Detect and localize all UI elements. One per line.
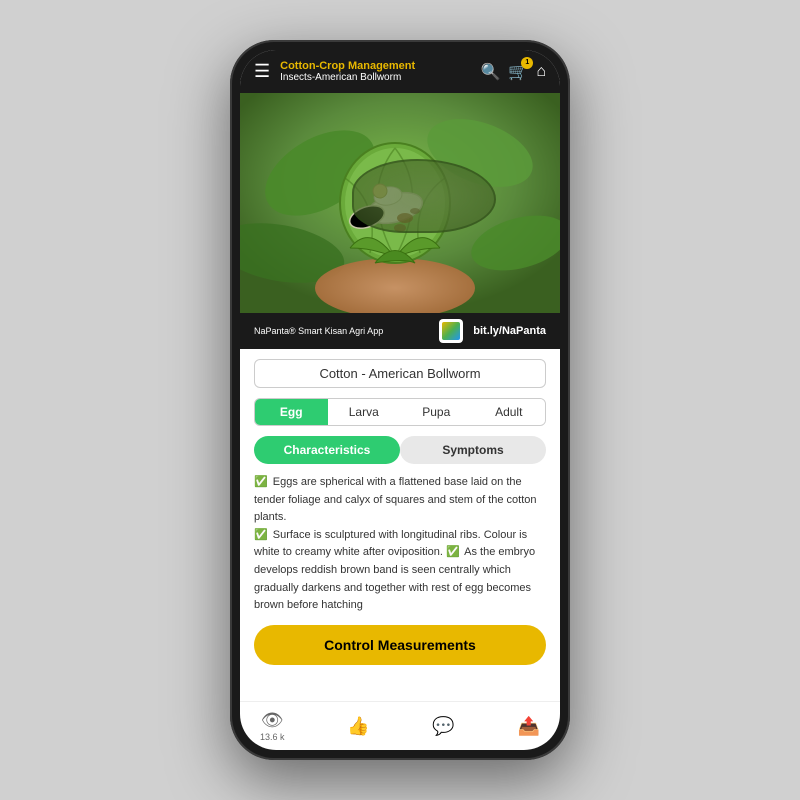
- menu-icon[interactable]: ☰: [254, 61, 270, 82]
- brand-bar: NaPanta® Smart Kisan Agri App bit.ly/NaP…: [240, 313, 560, 349]
- cart-badge: 1: [521, 57, 533, 69]
- control-measurements-button[interactable]: Control Measurements: [254, 625, 546, 665]
- comment-icon: 💬: [432, 716, 454, 737]
- tab-symptoms[interactable]: Symptoms: [400, 436, 546, 464]
- info-tabs: Characteristics Symptoms: [254, 436, 546, 464]
- brand-right: bit.ly/NaPanta: [439, 319, 546, 343]
- phone-frame: ☰ Cotton-Crop Management Insects-America…: [230, 40, 570, 760]
- brand-logo: [439, 319, 463, 343]
- pest-title: Cotton - American Bollworm: [254, 359, 546, 388]
- share-icon: 📤: [518, 716, 540, 737]
- header-titles: Cotton-Crop Management Insects-American …: [280, 60, 470, 83]
- eye-icon: 👁: [261, 710, 284, 731]
- views-count: 13.6 k: [260, 732, 285, 742]
- tab-egg[interactable]: Egg: [255, 399, 328, 425]
- check-icon-1: ✅: [254, 476, 268, 488]
- stage-tabs: Egg Larva Pupa Adult: [254, 398, 546, 426]
- header-title-main: Cotton-Crop Management: [280, 60, 470, 72]
- tab-pupa[interactable]: Pupa: [400, 399, 473, 425]
- check-icon-3: ✅: [446, 546, 460, 558]
- header-title-sub: Insects-American Bollworm: [280, 72, 470, 83]
- main-content: Cotton - American Bollworm Egg Larva Pup…: [240, 349, 560, 701]
- header-icons: 🔍 🛒 1 ⌂: [480, 62, 546, 82]
- comment-button[interactable]: 💬: [432, 716, 454, 737]
- share-button[interactable]: 📤: [518, 716, 540, 737]
- like-button[interactable]: 👍: [347, 716, 369, 737]
- app-header: ☰ Cotton-Crop Management Insects-America…: [240, 50, 560, 93]
- views-icon[interactable]: 👁 13.6 k: [260, 710, 285, 742]
- cart-icon[interactable]: 🛒 1: [508, 62, 528, 82]
- brand-url: bit.ly/NaPanta: [473, 325, 546, 337]
- tab-characteristics[interactable]: Characteristics: [254, 436, 400, 464]
- brand-left-text: NaPanta® Smart Kisan Agri App: [254, 326, 383, 336]
- description-text: ✅ Eggs are spherical with a flattened ba…: [254, 474, 546, 615]
- thumbs-up-icon: 👍: [347, 716, 369, 737]
- check-icon-2: ✅: [254, 529, 268, 541]
- tab-larva[interactable]: Larva: [328, 399, 401, 425]
- bottom-bar: 👁 13.6 k 👍 💬 📤: [240, 701, 560, 750]
- pest-image: [240, 93, 560, 313]
- search-icon[interactable]: 🔍: [480, 62, 500, 82]
- home-icon[interactable]: ⌂: [536, 63, 546, 81]
- phone-screen: ☰ Cotton-Crop Management Insects-America…: [240, 50, 560, 750]
- brand-logo-graphic: [442, 322, 460, 340]
- tab-adult[interactable]: Adult: [473, 399, 546, 425]
